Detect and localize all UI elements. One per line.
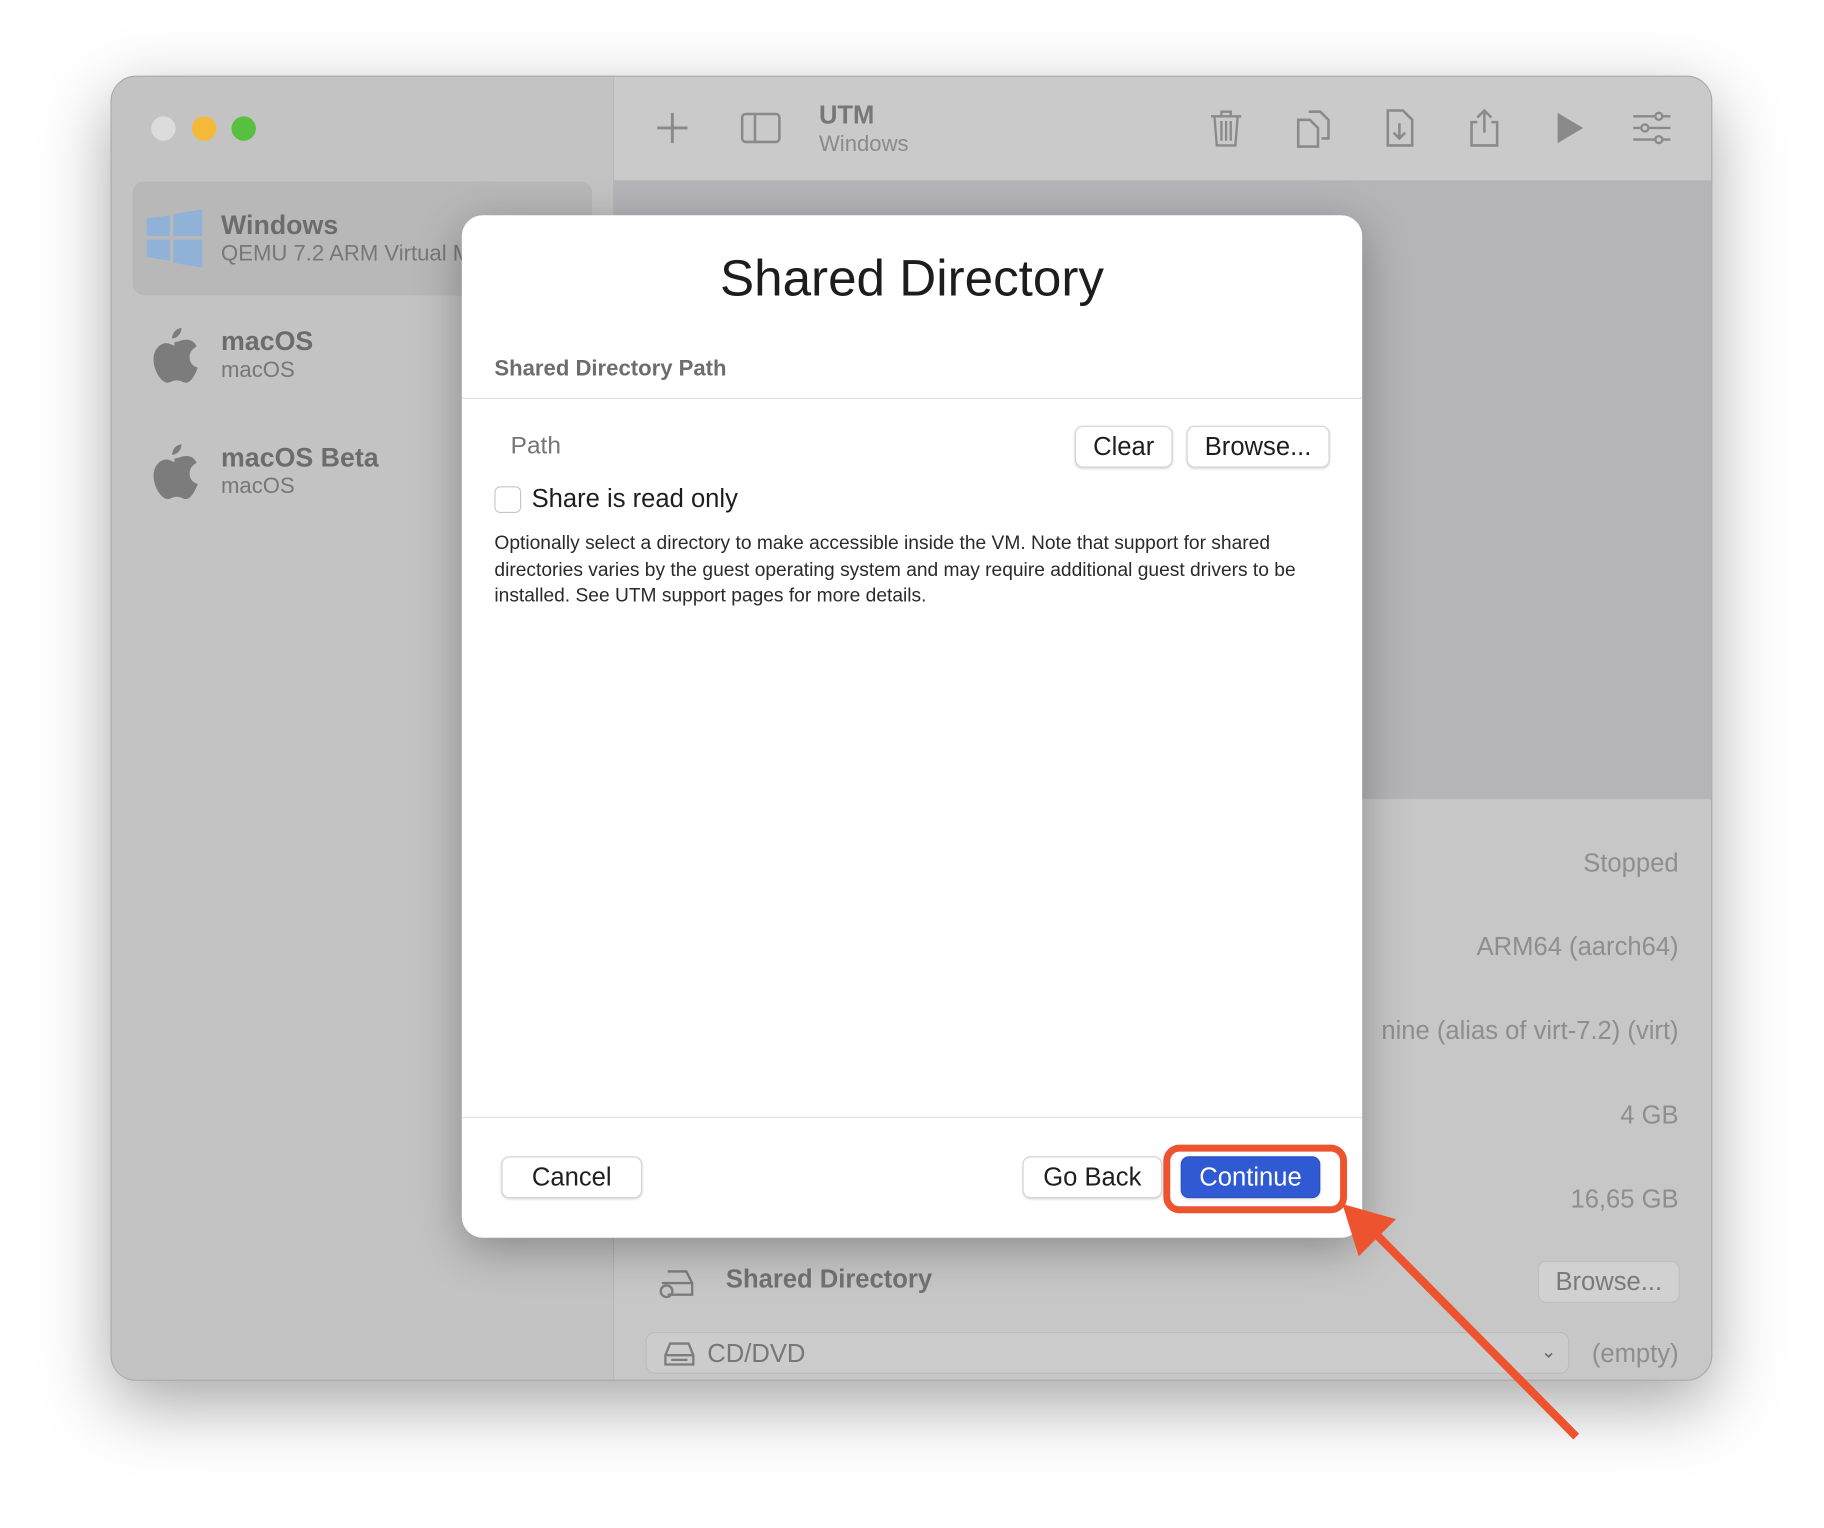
drive-icon — [664, 1342, 695, 1366]
trash-icon[interactable] — [1205, 107, 1247, 149]
cd-dvd-value: (empty) — [1591, 1338, 1679, 1369]
windows-logo-icon — [146, 209, 203, 268]
browse-button[interactable]: Browse... — [1186, 425, 1330, 468]
architecture-value: ARM64 (aarch64) — [1476, 931, 1679, 961]
apple-logo-icon — [153, 444, 198, 500]
path-input[interactable] — [510, 432, 1023, 461]
download-icon[interactable] — [1378, 107, 1420, 149]
sidebar-toggle-icon[interactable] — [740, 107, 782, 149]
plus-icon[interactable] — [651, 107, 693, 149]
status-value: Stopped — [1583, 848, 1679, 878]
clone-icon[interactable] — [1292, 107, 1334, 149]
description-text: Optionally select a directory to make ac… — [494, 532, 1296, 607]
clear-button[interactable]: Clear — [1074, 425, 1173, 468]
share-icon[interactable] — [1463, 107, 1505, 149]
read-only-checkbox[interactable] — [494, 486, 522, 514]
apple-logo-icon — [153, 328, 198, 383]
memory-value: 4 GB — [1620, 1100, 1679, 1130]
divider — [461, 1116, 1363, 1118]
zoom-button[interactable] — [231, 116, 256, 141]
cancel-button[interactable]: Cancel — [501, 1156, 643, 1199]
sliders-icon[interactable] — [1631, 107, 1673, 149]
read-only-label: Share is read only — [531, 483, 738, 514]
shared-directory-dialog: Shared Directory Shared Directory Path C… — [461, 215, 1363, 1238]
highlight-ring — [1163, 1144, 1348, 1214]
annotation-arrow-icon — [1342, 1203, 1580, 1440]
play-icon[interactable] — [1548, 107, 1590, 149]
minimize-button[interactable] — [191, 116, 217, 141]
toolbar: UTM Windows — [614, 76, 1712, 182]
divider — [461, 397, 1363, 400]
dialog-title: Shared Directory — [719, 250, 1105, 308]
shared-folder-icon — [659, 1270, 694, 1299]
close-button[interactable] — [151, 116, 176, 141]
section-header: Shared Directory Path — [494, 357, 727, 382]
go-back-button[interactable]: Go Back — [1022, 1156, 1163, 1199]
machine-value: nine (alias of virt-7.2) (virt) — [1381, 1015, 1679, 1045]
